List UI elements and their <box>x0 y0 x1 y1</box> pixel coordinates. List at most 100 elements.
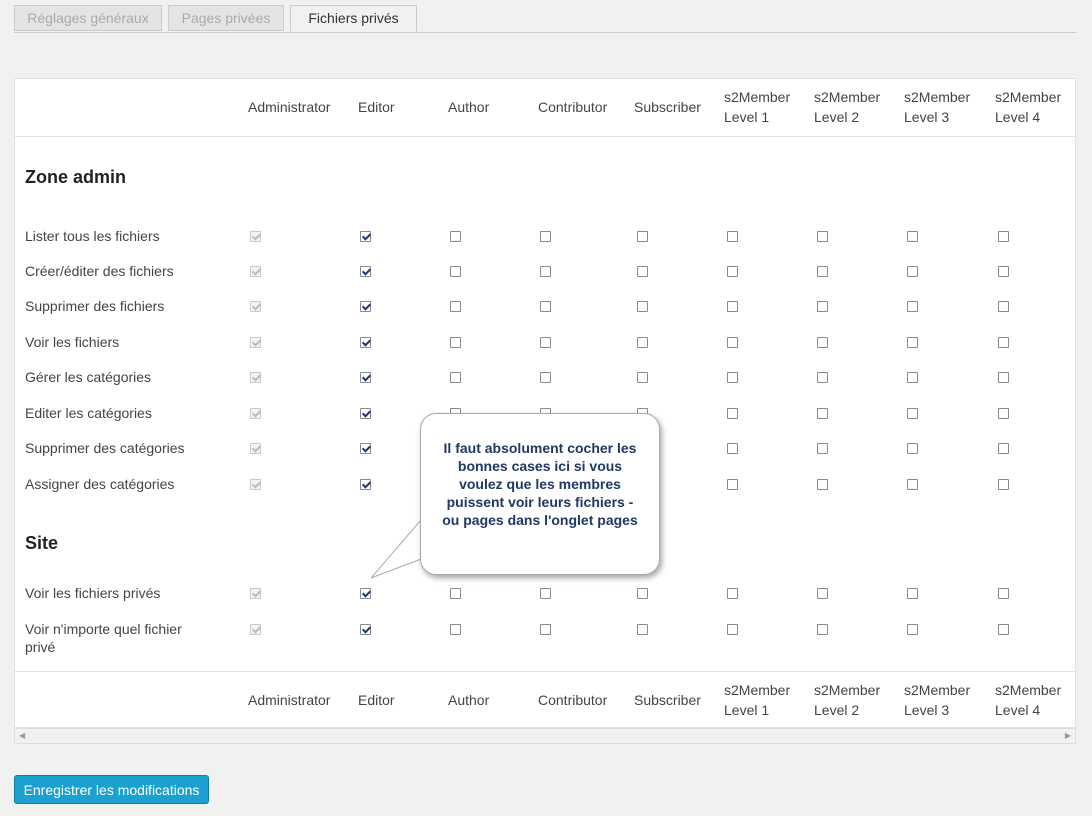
permission-checkbox[interactable] <box>998 337 1009 348</box>
permission-label: Voir les fichiers <box>25 334 120 350</box>
permission-checkbox[interactable] <box>637 588 648 599</box>
permission-checkbox[interactable] <box>540 624 551 635</box>
column-subtitle: Level 4 <box>995 702 1041 718</box>
permission-checkbox[interactable] <box>450 337 461 348</box>
permission-checkbox[interactable] <box>907 372 918 383</box>
permission-checkbox <box>250 588 261 599</box>
permission-checkbox[interactable] <box>727 337 738 348</box>
permission-checkbox[interactable] <box>817 588 828 599</box>
permission-checkbox[interactable] <box>907 443 918 454</box>
tab-private-pages[interactable]: Pages privées <box>168 5 284 31</box>
header-col-5: s2Member Level 1 <box>724 87 790 127</box>
permission-checkbox[interactable] <box>817 479 828 490</box>
permission-checkbox[interactable] <box>817 408 828 419</box>
permission-checkbox[interactable] <box>360 301 371 312</box>
permission-checkbox[interactable] <box>907 301 918 312</box>
save-changes-button[interactable]: Enregistrer les modifications <box>14 775 209 804</box>
column-title: Author <box>448 692 490 708</box>
permission-checkbox[interactable] <box>360 408 371 419</box>
permission-checkbox[interactable] <box>907 266 918 277</box>
column-title: Administrator <box>248 692 331 708</box>
permission-checkbox[interactable] <box>360 266 371 277</box>
permission-label: Supprimer des fichiers <box>25 298 165 314</box>
permission-checkbox <box>250 372 261 383</box>
permission-checkbox[interactable] <box>817 372 828 383</box>
permission-checkbox[interactable] <box>727 372 738 383</box>
permission-checkbox[interactable] <box>727 624 738 635</box>
permission-checkbox[interactable] <box>360 479 371 490</box>
column-title: Subscriber <box>634 99 701 115</box>
tab-general-settings[interactable]: Réglages généraux <box>14 5 162 31</box>
permission-checkbox[interactable] <box>907 408 918 419</box>
horizontal-scrollbar[interactable]: ◀ ▶ <box>14 728 1076 744</box>
permission-checkbox[interactable] <box>907 624 918 635</box>
permission-checkbox[interactable] <box>998 372 1009 383</box>
permission-checkbox[interactable] <box>998 479 1009 490</box>
permission-checkbox[interactable] <box>817 231 828 242</box>
permission-checkbox[interactable] <box>360 231 371 242</box>
tab-private-files[interactable]: Fichiers privés <box>290 5 417 32</box>
permission-checkbox[interactable] <box>998 588 1009 599</box>
permission-checkbox[interactable] <box>360 337 371 348</box>
permission-checkbox[interactable] <box>637 337 648 348</box>
permission-checkbox[interactable] <box>998 301 1009 312</box>
permission-checkbox[interactable] <box>727 588 738 599</box>
column-title: s2Member <box>814 89 881 105</box>
permission-checkbox[interactable] <box>637 624 648 635</box>
permission-checkbox[interactable] <box>817 301 828 312</box>
header-col-8: s2Member Level 4 <box>995 87 1061 127</box>
permission-checkbox[interactable] <box>817 443 828 454</box>
permission-checkbox[interactable] <box>540 301 551 312</box>
scroll-left-icon[interactable]: ◀ <box>19 731 25 740</box>
permission-checkbox[interactable] <box>450 624 461 635</box>
permission-checkbox[interactable] <box>907 588 918 599</box>
permission-checkbox[interactable] <box>998 266 1009 277</box>
footer-col-6: s2Member Level 2 <box>814 680 880 720</box>
footer-col-8: s2Member Level 4 <box>995 680 1061 720</box>
permission-checkbox[interactable] <box>450 301 461 312</box>
permission-checkbox[interactable] <box>998 624 1009 635</box>
permission-label: Gérer les catégories <box>25 369 152 385</box>
permission-checkbox[interactable] <box>727 266 738 277</box>
permission-checkbox[interactable] <box>540 372 551 383</box>
permission-checkbox[interactable] <box>637 372 648 383</box>
permission-checkbox[interactable] <box>727 408 738 419</box>
permission-checkbox[interactable] <box>817 337 828 348</box>
column-title: Contributor <box>538 99 608 115</box>
header-col-0: Administrator <box>248 97 330 117</box>
permission-checkbox[interactable] <box>360 443 371 454</box>
permission-checkbox[interactable] <box>637 266 648 277</box>
permission-checkbox <box>250 479 261 490</box>
permission-checkbox[interactable] <box>637 301 648 312</box>
permission-checkbox[interactable] <box>727 231 738 242</box>
permission-checkbox[interactable] <box>360 588 371 599</box>
permission-checkbox[interactable] <box>637 231 648 242</box>
permission-checkbox[interactable] <box>450 266 461 277</box>
permission-checkbox[interactable] <box>907 479 918 490</box>
permission-checkbox[interactable] <box>450 372 461 383</box>
permission-checkbox[interactable] <box>998 231 1009 242</box>
permission-checkbox[interactable] <box>817 624 828 635</box>
permission-checkbox[interactable] <box>817 266 828 277</box>
permission-checkbox[interactable] <box>727 479 738 490</box>
column-title: Author <box>448 99 490 115</box>
permission-checkbox[interactable] <box>540 231 551 242</box>
permission-checkbox[interactable] <box>450 588 461 599</box>
permission-checkbox[interactable] <box>727 301 738 312</box>
permission-checkbox[interactable] <box>360 624 371 635</box>
column-subtitle: Level 1 <box>724 109 770 125</box>
permission-checkbox[interactable] <box>998 443 1009 454</box>
permission-checkbox[interactable] <box>540 337 551 348</box>
permission-checkbox <box>250 408 261 419</box>
permission-checkbox[interactable] <box>360 372 371 383</box>
header-col-2: Author <box>448 97 489 117</box>
permission-checkbox[interactable] <box>540 266 551 277</box>
scroll-right-icon[interactable]: ▶ <box>1065 731 1071 740</box>
permission-checkbox[interactable] <box>998 408 1009 419</box>
permission-label: Assigner des catégories <box>25 476 175 492</box>
permission-checkbox[interactable] <box>907 231 918 242</box>
permission-checkbox[interactable] <box>727 443 738 454</box>
permission-checkbox[interactable] <box>540 588 551 599</box>
permission-checkbox[interactable] <box>907 337 918 348</box>
permission-checkbox[interactable] <box>450 231 461 242</box>
